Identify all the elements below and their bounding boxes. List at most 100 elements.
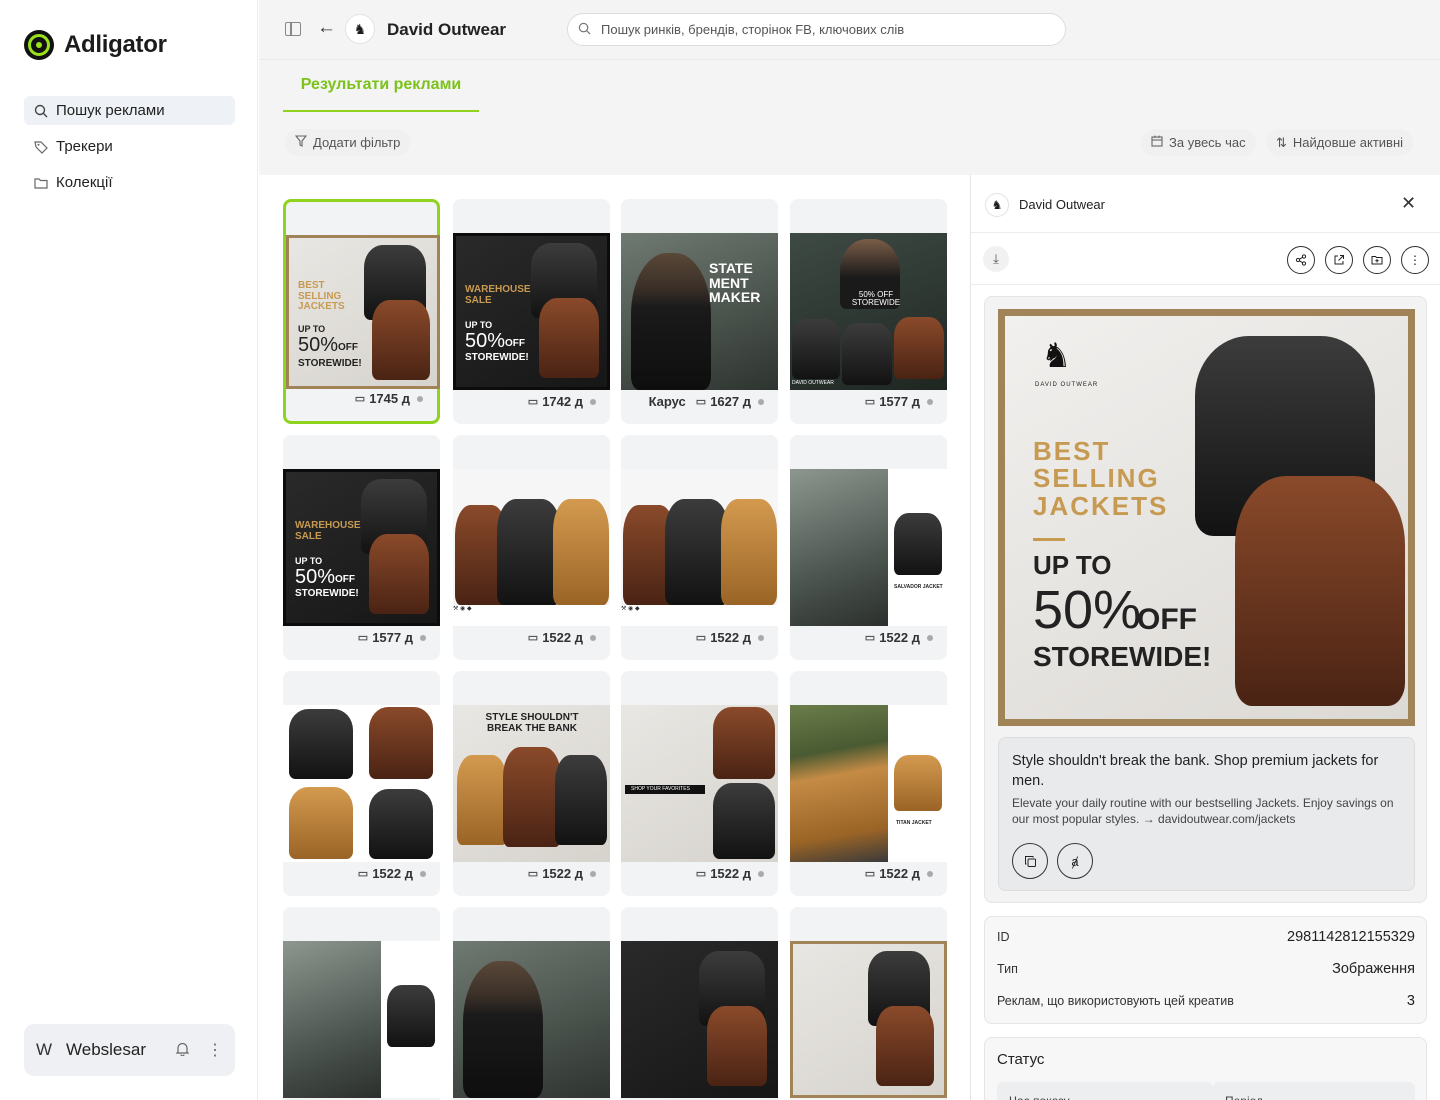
ad-thumbnail: STATE MENT MAKER [621,233,778,390]
ad-meta: ▭ 1522 д [696,630,764,645]
date-range-button[interactable]: За увесь час [1141,129,1256,156]
ad-card[interactable]: SHOP YOUR FAVORITES ▭ 1522 д [621,671,778,896]
creative-percent: 50% [1033,580,1142,640]
ad-card[interactable]: 50% OFF STOREWIDE DAVID OUTWEAR ▭ 1577 д [790,199,947,424]
sidebar-item-collections[interactable]: Колекції [24,168,235,197]
ad-meta: ▭ 1522 д [696,866,764,881]
jacket-image [894,513,942,575]
detail-brand-name: David Outwear [1019,197,1105,212]
creative-preview: ♞ DAVID OUTWEAR BEST SELLING JACKETS UP … [984,296,1427,903]
jacket-image [842,323,892,385]
jacket-image [369,789,433,859]
sidebar-toggle-icon[interactable] [285,22,301,36]
ad-meta: ▭ 1522 д [528,630,596,645]
topbar: ← ♞ David Outwear [259,0,1440,60]
more-vertical-icon[interactable]: ⋮ [207,1040,223,1060]
download-icon[interactable]: ⤓ [983,246,1009,272]
jacket-image [369,534,429,614]
info-label: Тип [997,962,1018,976]
close-icon[interactable]: ✕ [1401,193,1416,214]
ad-card[interactable]: ▭ 1522 д [283,671,440,896]
ad-thumbnail: SHOP YOUR FAVORITES [621,705,778,862]
ad-thumbnail: WAREHOUSE SALE UP TO 50% OFF STOREWIDE! [283,469,440,626]
ad-meta: ▭ 1577 д [358,630,426,645]
ad-days-active: 1745 д [369,391,410,406]
ad-thumbnail [621,941,778,1098]
status-dot [758,398,764,405]
status-dot [420,634,426,641]
jacket-image [289,787,353,859]
ad-thumbnail: 50% OFF STOREWIDE DAVID OUTWEAR [790,233,947,390]
calendar-icon: ▭ [527,868,539,880]
jacket-image [503,747,561,847]
ad-card[interactable]: ⚒ ◉ ◆ ▭ 1522 д [621,435,778,660]
ad-meta: Карус ▭ 1627 д [649,394,764,409]
sort-icon: ⇅ [1276,134,1287,150]
jacket-image [539,298,599,378]
search-icon [578,22,591,38]
ad-meta: ▭ 1742 д [528,394,596,409]
ad-meta: ▭ 1745 д [355,391,423,406]
ad-days-active: 1522 д [372,866,413,881]
creative-headline: BEST SELLING JACKETS [298,280,345,312]
model-photo [790,469,888,626]
status-card-period: Період [1213,1082,1415,1100]
ad-days-active: 1742 д [542,394,583,409]
ad-card[interactable]: BEST SELLING JACKETS UP TO 50% OFF STORE… [283,199,440,424]
creative-percent: 50% [295,566,336,588]
sidebar: Adligator Пошук реклами Трекери Колекції… [0,0,258,1100]
copy-icon[interactable] [1012,843,1048,879]
ad-meta: ▭ 1522 д [358,866,426,881]
sort-button[interactable]: ⇅ Найдовше активні [1266,129,1414,156]
jacket-image [713,783,775,859]
ad-days-active: 1522 д [710,630,751,645]
ad-card[interactable] [283,907,440,1100]
ad-card[interactable] [453,907,610,1100]
folder-icon [34,176,48,190]
bell-icon[interactable] [175,1042,190,1059]
sidebar-item-trackers[interactable]: Трекери [24,132,235,161]
creative-cta: SHOP YOUR FAVORITES [625,785,705,794]
ad-thumbnail [283,705,440,862]
creative-up-to: UP TO [1033,550,1112,580]
sidebar-item-ad-search[interactable]: Пошук реклами [24,96,235,125]
calendar-icon: ▭ [695,868,707,880]
ad-card[interactable]: WAREHOUSE SALE UP TO 50% OFF STOREWIDE! … [453,199,610,424]
divider [1033,538,1065,541]
product-name: TITAN JACKET [896,820,932,826]
open-external-icon[interactable] [1325,246,1353,274]
model-photo [463,961,543,1098]
sidebar-nav: Пошук реклами Трекери Колекції [24,96,235,204]
status-dot [927,870,933,877]
status-section: Статус Час показу Період [984,1037,1427,1100]
detail-header: ♞ David Outwear ✕ [971,175,1440,233]
ad-card[interactable]: STATE MENT MAKER Карус ▭ 1627 д [621,199,778,424]
status-dot [417,395,423,402]
ad-card[interactable] [790,907,947,1100]
back-arrow-icon[interactable]: ← [317,17,336,39]
tab-ad-results[interactable]: Результати реклами [283,60,479,112]
translate-icon[interactable]: ⱥ [1057,843,1093,879]
add-filter-button[interactable]: Додати фільтр [285,129,411,156]
ad-card[interactable] [621,907,778,1100]
ad-card[interactable]: ⚒ ◉ ◆ ▭ 1522 д [453,435,610,660]
calendar-icon: ▭ [864,396,876,408]
creative-off: OFF [338,342,358,353]
ad-copy-body: Elevate your daily routine with our best… [1012,796,1394,826]
share-icon[interactable] [1287,246,1315,274]
user-card[interactable]: W Webslesar ⋮ [24,1024,235,1076]
sort-label: Найдовше активні [1292,135,1404,150]
ad-card[interactable]: STYLE SHOULDN'T BREAK THE BANK ▭ 1522 д [453,671,610,896]
add-to-collection-icon[interactable] [1363,246,1391,274]
ad-thumbnail [283,941,440,1098]
more-vertical-icon[interactable]: ⋮ [1401,246,1429,274]
ad-card[interactable]: SALVADOR JACKET ▭ 1522 д [790,435,947,660]
ad-card[interactable]: TITAN JACKET ▭ 1522 д [790,671,947,896]
ad-id-value[interactable]: 2981142812155329 [1287,929,1415,945]
creative-image[interactable]: ♞ DAVID OUTWEAR BEST SELLING JACKETS UP … [998,309,1415,726]
search-input[interactable] [601,22,1041,37]
app-logo[interactable]: Adligator [24,30,167,60]
ad-card[interactable]: WAREHOUSE SALE UP TO 50% OFF STOREWIDE! … [283,435,440,660]
search-bar[interactable] [567,13,1066,46]
calendar-icon [1151,135,1163,150]
